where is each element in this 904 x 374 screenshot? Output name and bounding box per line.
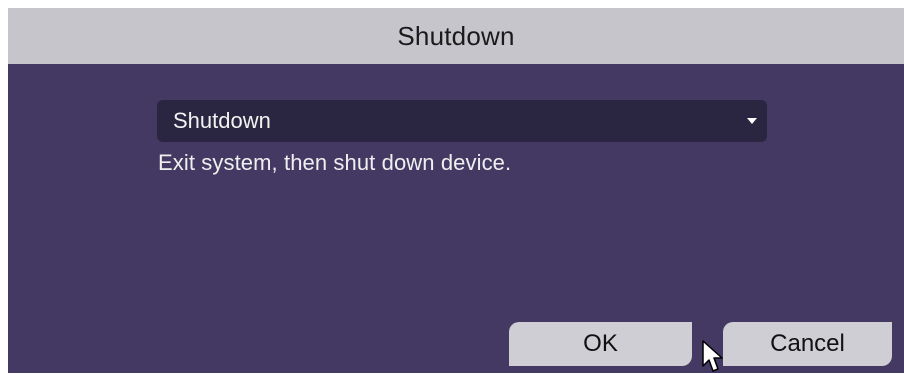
shutdown-mode-description: Exit system, then shut down device. [158, 150, 512, 175]
ok-button[interactable]: OK [509, 322, 692, 366]
shutdown-mode-value: Shutdown [173, 108, 271, 133]
chevron-down-icon[interactable] [747, 118, 757, 124]
dialog-body: Shutdown Exit system, then shut down dev… [8, 64, 904, 373]
cancel-button[interactable]: Cancel [723, 322, 892, 366]
mouse-pointer-icon [702, 340, 723, 372]
shutdown-mode-select[interactable]: Shutdown [157, 100, 767, 142]
dialog-title: Shutdown [397, 20, 515, 51]
dialog-title-bar: Shutdown [8, 8, 904, 64]
shutdown-dialog: Shutdown Shutdown Exit system, then shut… [8, 8, 904, 373]
